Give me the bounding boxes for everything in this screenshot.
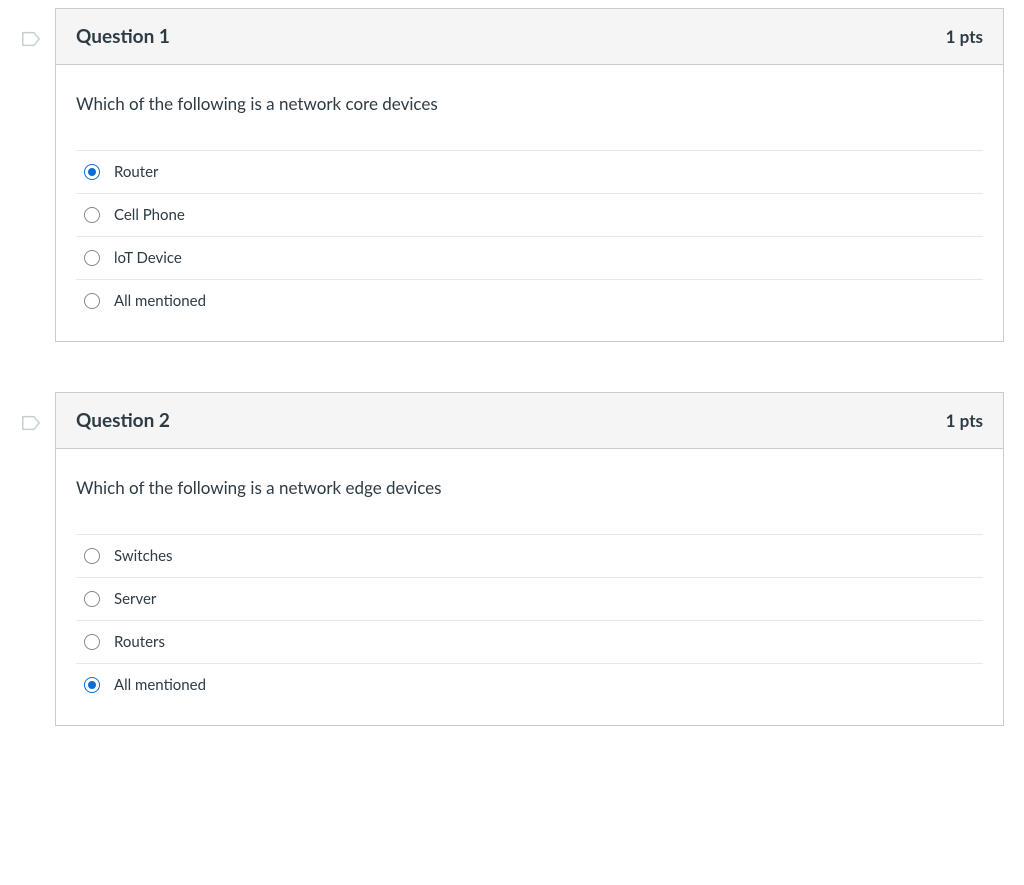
question-block: Question 2 1 pts Which of the following … — [55, 392, 1004, 726]
bookmark-tag-icon — [20, 28, 42, 50]
radio-icon — [84, 591, 100, 607]
quiz-page: Question 1 1 pts Which of the following … — [0, 8, 1024, 756]
answer-option[interactable]: Router — [76, 150, 983, 193]
answer-label: loT Device — [114, 249, 182, 267]
answer-label: All mentioned — [114, 676, 206, 694]
question-points: 1 pts — [946, 26, 983, 47]
answer-option[interactable]: All mentioned — [76, 279, 983, 321]
question-title: Question 2 — [76, 409, 170, 432]
radio-icon — [84, 293, 100, 309]
radio-icon — [84, 250, 100, 266]
answer-label: Switches — [114, 547, 173, 565]
answer-option[interactable]: Cell Phone — [76, 193, 983, 236]
answer-label: Server — [114, 590, 156, 608]
question-body: Which of the following is a network edge… — [56, 449, 1003, 725]
radio-icon — [84, 634, 100, 650]
answer-option[interactable]: loT Device — [76, 236, 983, 279]
answer-option[interactable]: All mentioned — [76, 663, 983, 705]
question-header: Question 1 1 pts — [56, 9, 1003, 65]
question-body: Which of the following is a network core… — [56, 65, 1003, 341]
answer-label: Cell Phone — [114, 206, 185, 224]
answer-option[interactable]: Routers — [76, 620, 983, 663]
radio-icon — [84, 548, 100, 564]
question-block: Question 1 1 pts Which of the following … — [55, 8, 1004, 342]
radio-icon — [84, 207, 100, 223]
answer-label: All mentioned — [114, 292, 206, 310]
answer-label: Router — [114, 163, 159, 181]
radio-icon — [84, 164, 100, 180]
bookmark-tag-icon — [20, 412, 42, 434]
question-prompt: Which of the following is a network core… — [76, 93, 983, 114]
question-prompt: Which of the following is a network edge… — [76, 477, 983, 498]
answer-option[interactable]: Server — [76, 577, 983, 620]
question-header: Question 2 1 pts — [56, 393, 1003, 449]
answer-option[interactable]: Switches — [76, 534, 983, 577]
answer-label: Routers — [114, 633, 165, 651]
radio-icon — [84, 677, 100, 693]
question-points: 1 pts — [946, 410, 983, 431]
question-title: Question 1 — [76, 25, 170, 48]
